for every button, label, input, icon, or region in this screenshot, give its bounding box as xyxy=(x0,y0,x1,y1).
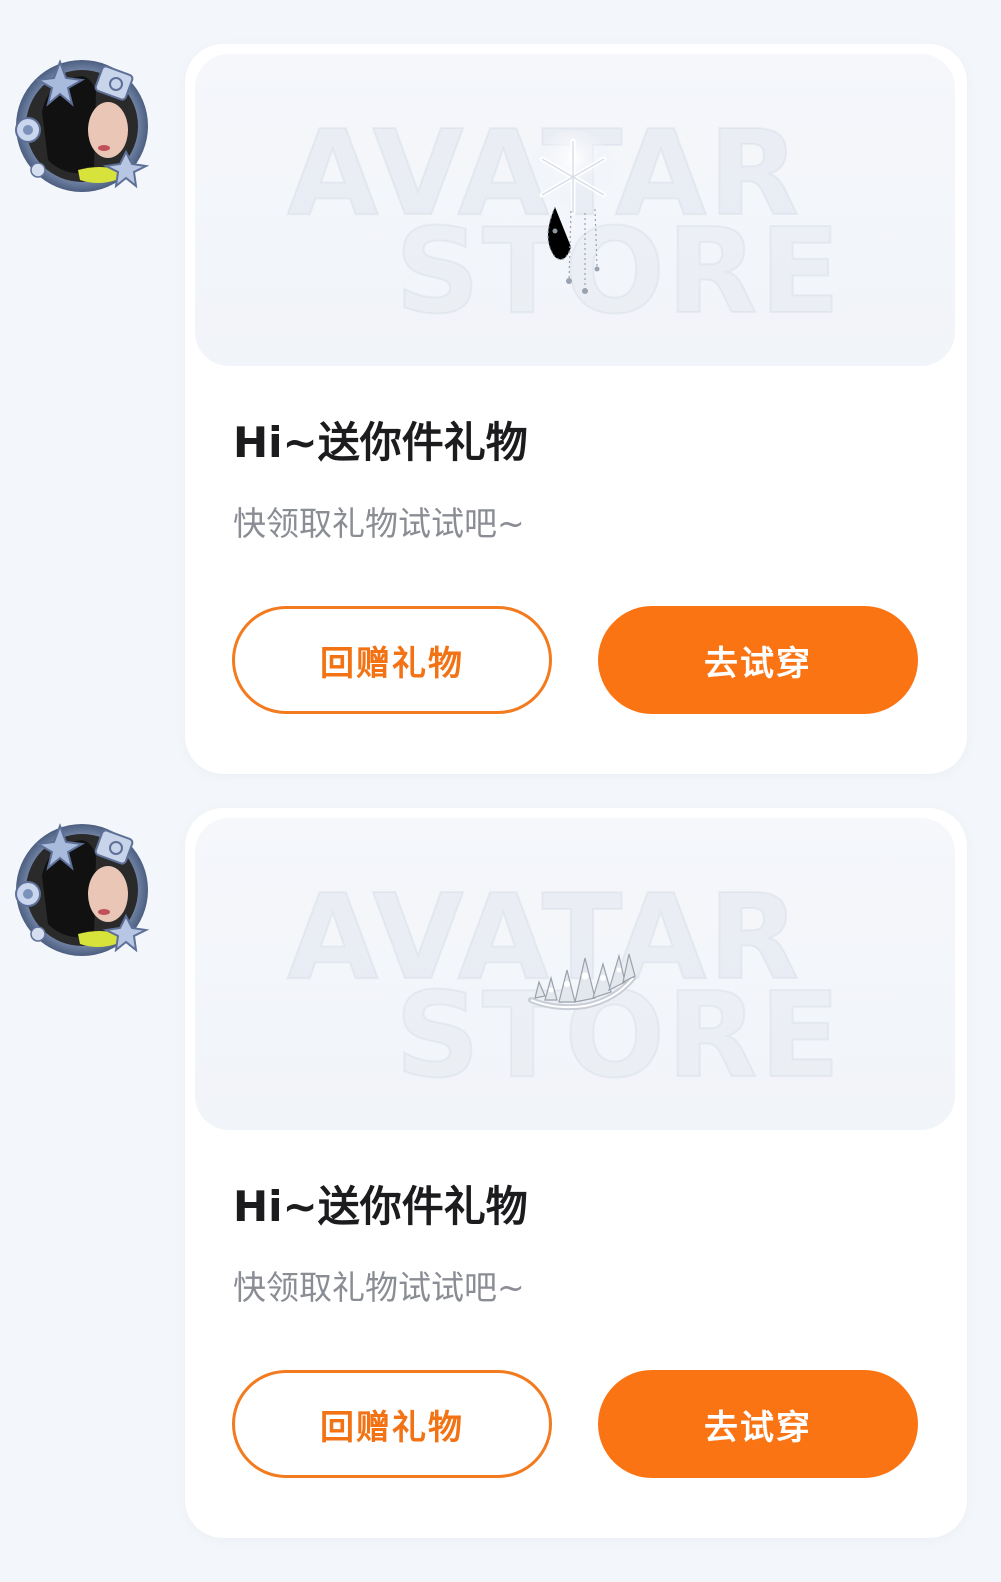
try-on-button[interactable]: 去试穿 xyxy=(598,1370,918,1478)
gift-title: Hi~送你件礼物 xyxy=(233,1182,528,1231)
snowflake-hairpin-icon xyxy=(527,131,619,294)
return-gift-button[interactable]: 回赠礼物 xyxy=(232,606,552,714)
user-avatar[interactable] xyxy=(8,816,156,964)
gift-banner: AVATAR STORE xyxy=(195,818,955,1130)
gift-message: AVATAR STORE xyxy=(0,808,1001,1538)
gift-card: AVATAR STORE xyxy=(185,808,967,1538)
user-avatar-icon xyxy=(15,823,150,956)
return-gift-button[interactable]: 回赠礼物 xyxy=(232,1370,552,1478)
user-avatar-icon xyxy=(15,59,150,192)
gift-subtitle: 快领取礼物试试吧~ xyxy=(233,1268,525,1307)
tiara-icon xyxy=(528,953,636,1011)
try-on-button[interactable]: 去试穿 xyxy=(598,606,918,714)
gift-subtitle: 快领取礼物试试吧~ xyxy=(233,504,525,543)
gift-message: AVATAR STORE xyxy=(0,44,1001,774)
gift-banner: AVATAR STORE xyxy=(195,54,955,366)
user-avatar[interactable] xyxy=(8,52,156,200)
gift-card: AVATAR STORE xyxy=(185,44,967,774)
gift-title: Hi~送你件礼物 xyxy=(233,418,528,467)
